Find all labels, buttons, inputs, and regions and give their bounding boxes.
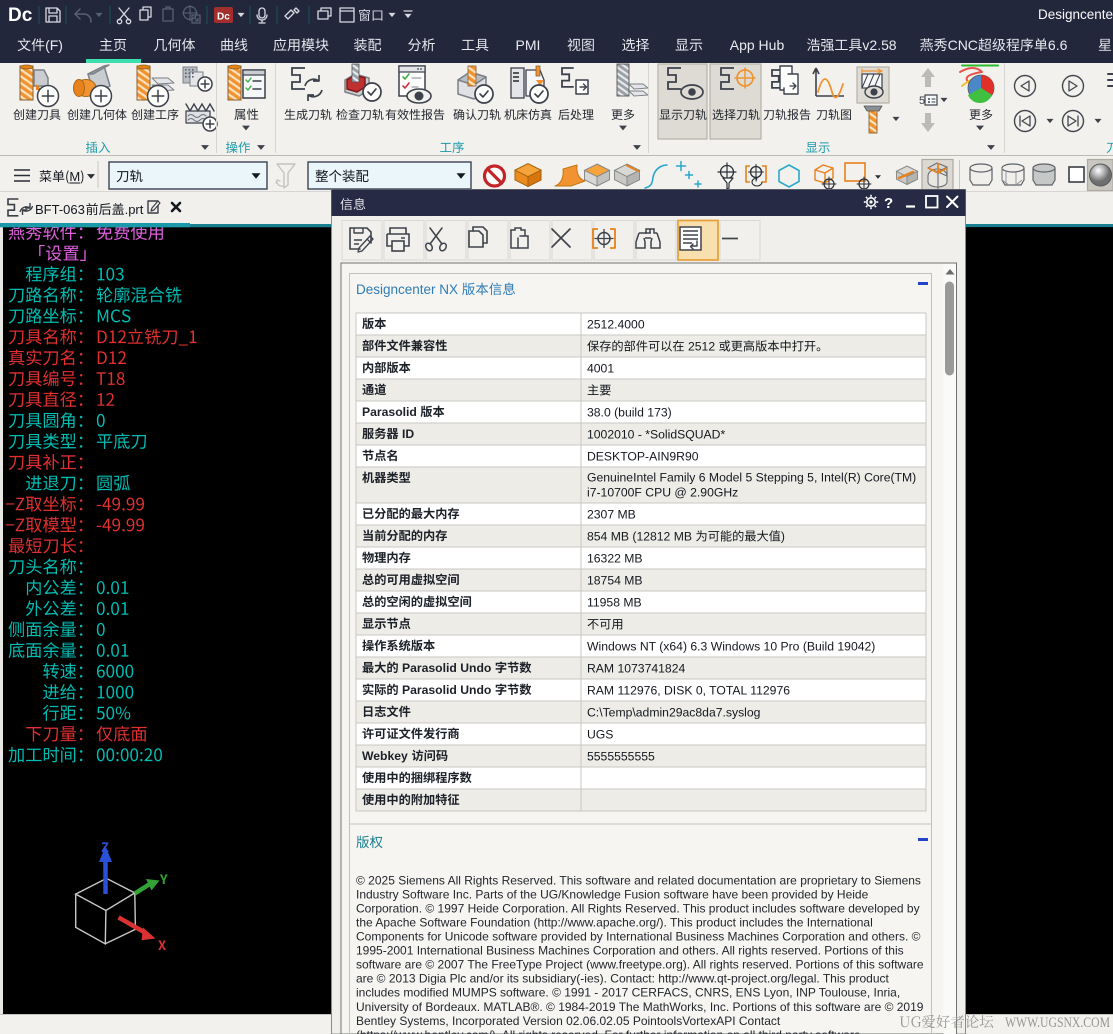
svg-text:are © 2013 Digia Plc and/or it: are © 2013 Digia Plc and/or its subsidia… [356, 972, 890, 986]
svg-text:11958 MB: 11958 MB [587, 596, 642, 610]
svg-text:University of Bordeaux. MATLAB: University of Bordeaux. MATLAB®. © 1984-… [356, 1000, 924, 1014]
svg-text:38.0 (build 173): 38.0 (build 173) [587, 406, 672, 420]
svg-text:): ) [781, 530, 785, 544]
svg-text:): ) [58, 37, 63, 53]
svg-text:2307 MB: 2307 MB [587, 508, 636, 522]
svg-text:Parasolid Undo: Parasolid Undo [399, 683, 495, 697]
svg-text:6: 6 [1048, 37, 1056, 53]
svg-text:854 MB (12812 MB: 854 MB (12812 MB [587, 530, 695, 544]
svg-text:RAM 1073741824: RAM 1073741824 [587, 662, 685, 676]
svg-text:Designcenter N: Designcenter N [1038, 7, 1113, 22]
svg-text:N: N [958, 37, 968, 53]
svg-text:Corporation. © 1997 Heide Corp: Corporation. © 1997 Heide Corporation. A… [356, 902, 920, 916]
svg-text:v: v [862, 37, 869, 53]
svg-text:(https://www.bentley.com/). Al: (https://www.bentley.com/). All rights r… [356, 1028, 861, 1034]
svg-text:PMI: PMI [516, 37, 541, 53]
svg-text:RAM 112976, DISK 0, TOTAL 1129: RAM 112976, DISK 0, TOTAL 112976 [587, 684, 790, 698]
svg-text:software are © 2007 The FreeTy: software are © 2007 The FreeType Project… [356, 958, 924, 972]
svg-text:Industry Software Inc. Parts o: Industry Software Inc. Parts of the UG/K… [356, 888, 869, 902]
svg-text:© 2025 Siemens All Rights Rese: © 2025 Siemens All Rights Reserved. This… [356, 874, 921, 888]
svg-text:M: M [69, 169, 80, 184]
svg-text:ID: ID [399, 427, 415, 441]
svg-text:2512.4000: 2512.4000 [587, 318, 645, 332]
svg-text:C: C [948, 37, 958, 53]
svg-text:4001: 4001 [587, 362, 614, 376]
svg-text:F: F [50, 37, 59, 53]
svg-text:C:\Temp\admin29ac8da7.syslog: C:\Temp\admin29ac8da7.syslog [587, 706, 760, 720]
svg-text:.prt: .prt [125, 202, 144, 217]
svg-text:includes modified MUMPS softwa: includes modified MUMPS software. © 1991… [356, 986, 900, 1000]
svg-text:Parasolid Undo: Parasolid Undo [399, 661, 495, 675]
svg-text:2512: 2512 [685, 340, 719, 354]
svg-text:Parasolid: Parasolid [362, 405, 420, 419]
svg-text:C: C [968, 37, 978, 53]
svg-text:5555555555: 5555555555 [587, 750, 655, 764]
svg-text:WWW.UGSNX.COM: WWW.UGSNX.COM [1005, 1015, 1110, 1031]
svg-text:the Apache Software Foundation: the Apache Software Foundation (http://w… [356, 916, 873, 930]
svg-text:UGS: UGS [587, 728, 613, 742]
svg-text:Dc: Dc [8, 5, 33, 26]
svg-text:18754 MB: 18754 MB [587, 574, 643, 588]
svg-text:Dc: Dc [217, 12, 230, 23]
svg-text:Components for Unicode softwar: Components for Unicode software provided… [356, 930, 921, 944]
svg-text:GenuineIntel Family 6 Model 5: GenuineIntel Family 6 Model 5 Stepping 5… [587, 471, 916, 485]
svg-text:i7-10700F CPU @ 2.90GHz: i7-10700F CPU @ 2.90GHz [587, 486, 738, 500]
svg-text:5: 5 [919, 95, 925, 107]
svg-text:2: 2 [869, 37, 877, 53]
svg-text:Bentley Systems, Incorporated: Bentley Systems, Incorporated Version 02… [356, 1014, 781, 1028]
svg-text:App Hub: App Hub [730, 37, 785, 53]
svg-text:Windows NT (x64) 6.3 Windows 1: Windows NT (x64) 6.3 Windows 10 Pro (Bui… [587, 640, 875, 654]
svg-text:1002010 - *SolidSQUAD*: 1002010 - *SolidSQUAD* [587, 428, 725, 442]
svg-text:8: 8 [889, 37, 897, 53]
svg-text:DESKTOP-AIN9R90: DESKTOP-AIN9R90 [587, 450, 699, 464]
svg-text:6: 6 [1060, 37, 1068, 53]
svg-text:BFT-063: BFT-063 [35, 202, 85, 217]
svg-text:Designcenter NX: Designcenter NX [356, 282, 462, 297]
svg-text:16322 MB: 16322 MB [587, 552, 643, 566]
svg-text:1995-2001 International Busine: 1995-2001 International Business Machine… [356, 944, 904, 958]
svg-text:Webkey: Webkey [362, 749, 411, 763]
svg-text:?: ? [884, 195, 893, 212]
